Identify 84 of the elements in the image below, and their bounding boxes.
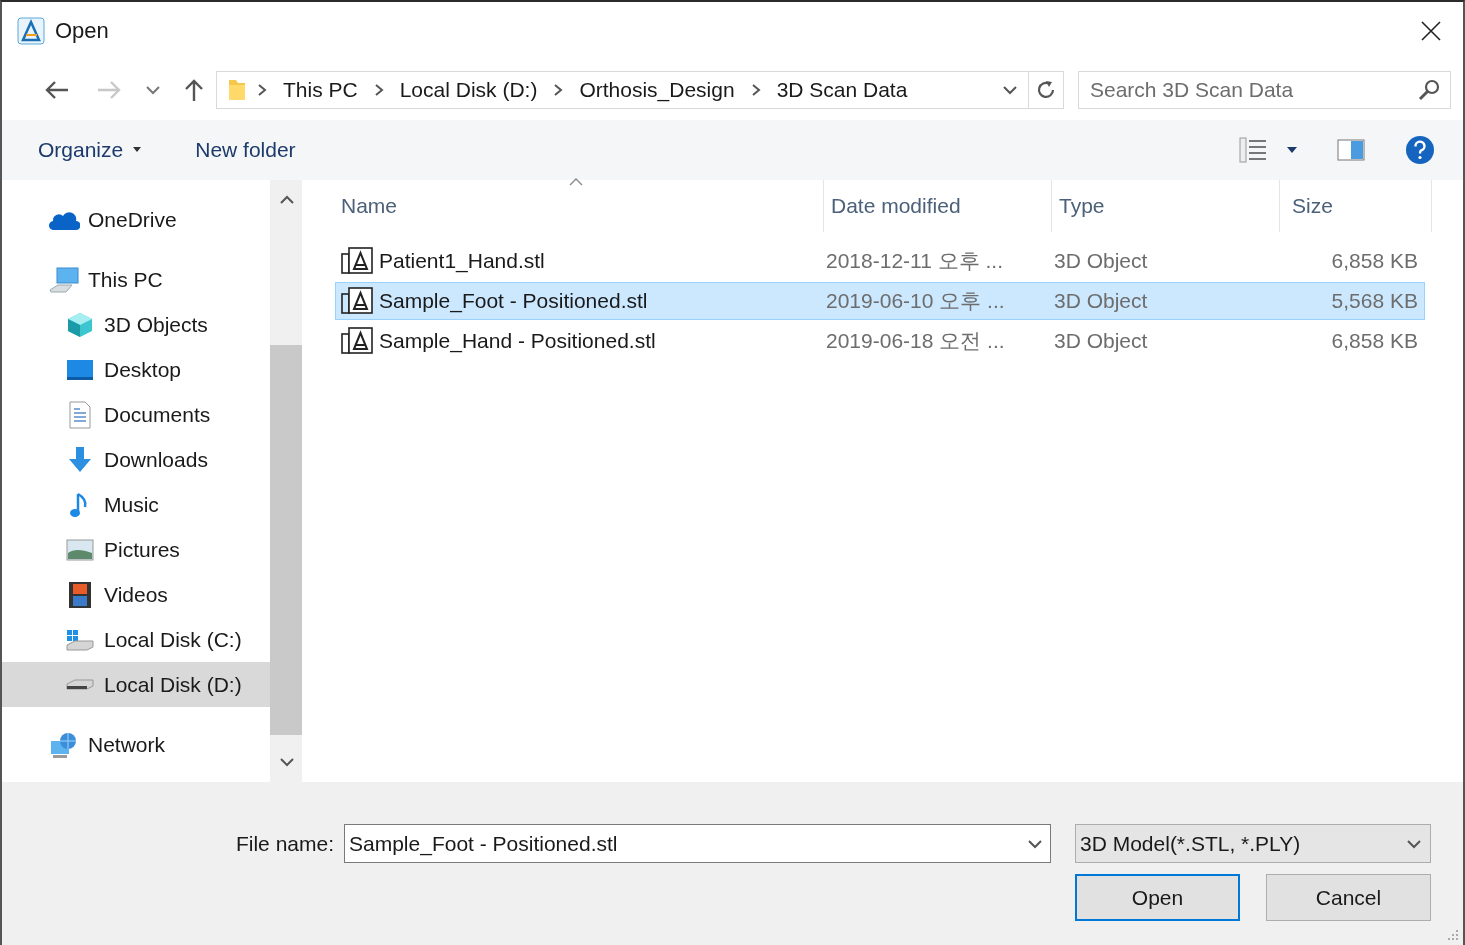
organize-button[interactable]: Organize	[38, 134, 142, 166]
search-field[interactable]: Search 3D Scan Data	[1078, 71, 1451, 109]
column-header[interactable]: Type	[1052, 180, 1280, 232]
breadcrumb-item[interactable]: 3D Scan Data	[770, 78, 914, 102]
drive-icon	[66, 679, 94, 690]
breadcrumb-item[interactable]: Local Disk (D:)	[393, 78, 544, 102]
file-name-label: File name:	[235, 831, 334, 856]
details-view-icon[interactable]	[1239, 137, 1267, 163]
app-logo-icon	[17, 17, 45, 45]
preview-pane-icon[interactable]	[1337, 139, 1365, 161]
file-type-dropdown[interactable]: 3D Model(*.STL, *.PLY)	[1075, 824, 1431, 863]
navigation-item[interactable]: 3D Objects	[2, 302, 270, 347]
navigation-item[interactable]: Network	[2, 722, 270, 767]
caret-icon[interactable]	[1287, 147, 1297, 153]
drive-icon	[65, 628, 95, 651]
chevron-right-icon	[750, 83, 761, 97]
navigation-item[interactable]: OneDrive	[2, 197, 270, 242]
date-cell-text: 2018-12-11 오후 ...	[826, 248, 1005, 274]
navigation-item[interactable]: Downloads	[2, 437, 270, 482]
cube-icon	[66, 310, 94, 339]
resize-grip-icon	[1447, 929, 1459, 941]
up-arrow-icon[interactable]	[184, 78, 204, 102]
refresh-icon[interactable]	[1035, 79, 1057, 101]
document-icon	[68, 400, 92, 429]
type-cell-text: 3D Object	[1054, 329, 1149, 353]
navigation-item[interactable]: Music	[2, 482, 270, 527]
dropdown-caret-icon[interactable]	[1406, 837, 1422, 850]
breadcrumb-item[interactable]: Orthosis_Design	[573, 78, 741, 102]
breadcrumb-item[interactable]: This PC	[277, 78, 364, 102]
network-globe-icon	[49, 730, 79, 759]
3d-file-icon	[341, 327, 373, 355]
column-header[interactable]: Size	[1280, 180, 1432, 232]
recent-locations-icon[interactable]	[145, 84, 161, 96]
file-row[interactable]: Patient1_Hand.stl 2018-12-11 오후 ... 3D Object 6,858 KB	[335, 242, 1425, 280]
type-cell-text: 3D Object	[1054, 249, 1149, 273]
scrollbar-thumb[interactable]	[270, 345, 302, 735]
type-cell-text: 3D Object	[1054, 289, 1149, 313]
new-folder-button[interactable]: New folder	[195, 134, 296, 166]
size-cell-text: 6,858 KB	[1330, 329, 1418, 353]
file-name: Sample_Hand - Positioned.stl	[379, 329, 656, 353]
column-header[interactable]: Name	[334, 180, 824, 232]
download-arrow-icon	[67, 445, 93, 474]
navigation-item[interactable]: Desktop	[2, 347, 270, 392]
cancel-button[interactable]: Cancel	[1266, 874, 1431, 921]
3d-file-icon	[341, 247, 373, 275]
navigation-item[interactable]: Videos	[2, 572, 270, 617]
open-button[interactable]: Open	[1075, 874, 1240, 921]
address-dropdown-icon[interactable]	[1002, 84, 1018, 96]
chevron-right-icon	[373, 83, 384, 97]
scroll-up-icon[interactable]	[279, 195, 294, 205]
3d-file-icon	[341, 287, 373, 315]
scroll-down-icon[interactable]	[279, 757, 294, 767]
date-cell-text: 2019-06-18 오전 ...	[826, 328, 1006, 354]
file-name-field[interactable]: Sample_Foot - Positioned.stl	[344, 824, 1051, 863]
navigation-item[interactable]: Pictures	[2, 527, 270, 572]
column-header[interactable]: Date modified	[824, 180, 1052, 232]
file-name: Sample_Foot - Positioned.stl	[379, 289, 648, 313]
film-strip-icon	[68, 580, 92, 609]
navigation-item[interactable]: Local Disk (C:)	[2, 617, 270, 662]
address-bar[interactable]: This PC Local Disk (D:) Orthosis_Design 3D Scan Data	[216, 71, 1064, 109]
scrollbar[interactable]	[270, 180, 302, 782]
size-cell-text: 6,858 KB	[1330, 249, 1418, 273]
file-name: Patient1_Hand.stl	[379, 249, 545, 273]
search-icon	[1418, 79, 1440, 101]
navigation-item[interactable]: This PC	[2, 257, 270, 302]
dropdown-caret-icon[interactable]	[1027, 838, 1043, 850]
date-cell-text: 2019-06-10 오후 ...	[826, 288, 1006, 314]
navigation-item[interactable]: Local Disk (D:)	[2, 662, 270, 707]
navigation-item[interactable]: Documents	[2, 392, 270, 437]
file-row[interactable]: Sample_Foot - Positioned.stl 2019-06-10 오후 ... 3D Object 5,568 KB	[335, 282, 1425, 320]
window-title: Open	[55, 18, 110, 44]
desktop-icon	[66, 358, 94, 381]
sort-caret-icon	[569, 178, 583, 186]
chevron-right-icon	[553, 83, 564, 97]
chevron-right-icon	[257, 83, 267, 97]
close-icon[interactable]	[1419, 19, 1443, 43]
help-icon[interactable]	[1405, 135, 1435, 165]
caret-icon	[133, 147, 142, 153]
folder-icon	[227, 78, 247, 102]
file-row[interactable]: Sample_Hand - Positioned.stl 2019-06-18 오전 ... 3D Object 6,858 KB	[335, 322, 1425, 360]
computer-icon	[48, 265, 80, 294]
back-arrow-icon[interactable]	[44, 79, 70, 101]
landscape-picture-icon	[66, 538, 94, 561]
size-cell-text: 5,568 KB	[1330, 289, 1418, 313]
